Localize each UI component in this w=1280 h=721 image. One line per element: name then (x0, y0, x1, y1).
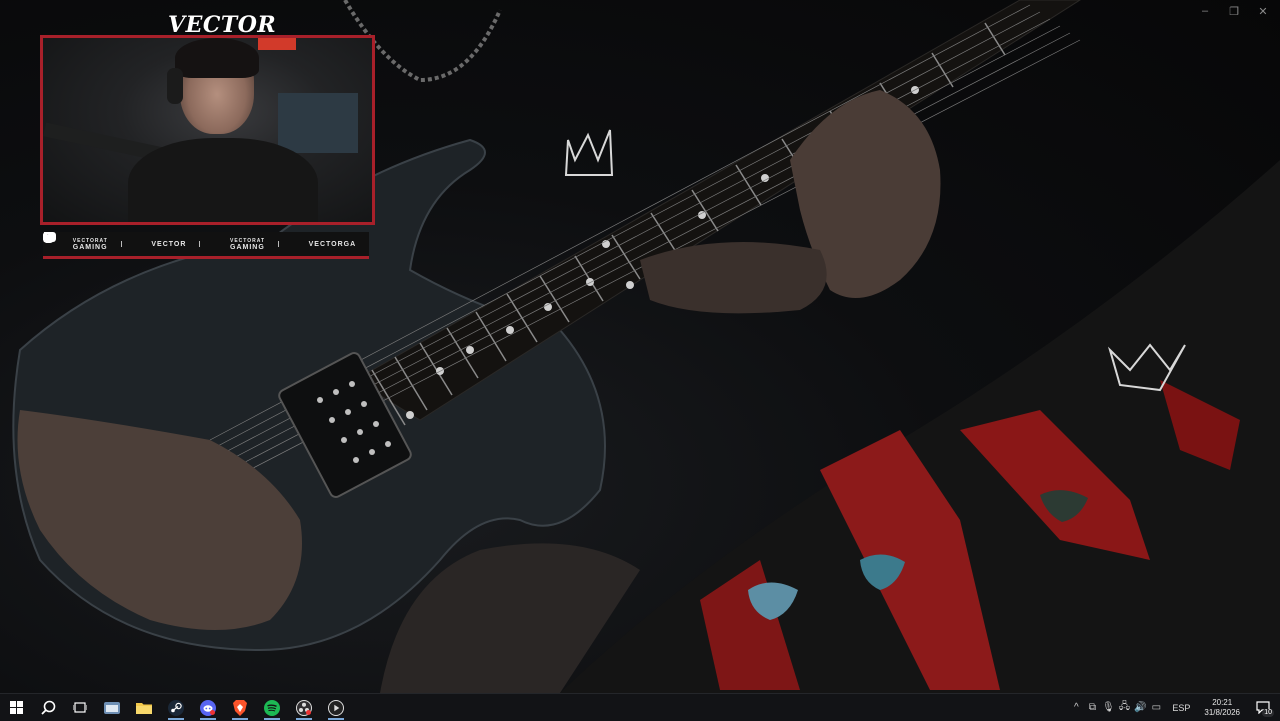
brave-icon (233, 699, 247, 716)
youtube-icon (43, 232, 69, 250)
social-handle-2: GAMING (230, 243, 265, 251)
taskbar-app-brave[interactable] (224, 694, 256, 721)
social-twitch: VECTOR (44, 232, 187, 250)
taskbar-app-obs[interactable] (288, 694, 320, 721)
folder-icon (136, 703, 152, 714)
twitter-icon (43, 232, 226, 250)
background-light (258, 38, 296, 50)
social-instagram: VECTORGA (43, 232, 357, 250)
streamer-hair (175, 38, 259, 78)
guitar-neck (354, 0, 1081, 421)
clock-date: 31/8/2026 (1204, 707, 1240, 717)
social-handle: VECTORAT (230, 237, 266, 244)
clock[interactable]: 20:21 31/8/2026 (1198, 698, 1246, 718)
media-player-icon (328, 699, 344, 716)
taskbar-app-folder[interactable] (128, 694, 160, 721)
notification-count: 10 (1262, 709, 1274, 717)
explorer-icon (104, 701, 120, 714)
network-adapter-icon[interactable]: ⧉ (1084, 694, 1100, 721)
language-indicator[interactable]: ESP (1164, 703, 1198, 713)
kings-logo (564, 129, 614, 176)
social-handle-2: GAMING (72, 243, 108, 251)
notification-center-button[interactable]: 10 (1246, 694, 1280, 721)
obs-icon (296, 699, 312, 716)
instagram-icon (43, 232, 305, 250)
start-button[interactable] (0, 694, 32, 721)
search-icon (40, 700, 55, 715)
taskbar-app-media-player[interactable] (320, 694, 352, 721)
stream-video: – ❐ ✕ VECTOR VECTORAT GAMING VECTOR VECT… (0, 0, 1280, 693)
discord-icon (200, 699, 216, 716)
network-icon[interactable]: 🖧 (1116, 694, 1132, 721)
close-icon[interactable]: ✕ (1252, 4, 1274, 18)
twitch-icon (44, 232, 147, 250)
task-view-button[interactable] (64, 694, 96, 721)
system-tray: ^ ⧉ 🎙 🖧 🔊 ▭ ESP 20:21 31/8/2026 10 (1068, 694, 1280, 721)
restore-icon[interactable]: ❐ (1223, 4, 1245, 18)
chevron-up-icon[interactable]: ^ (1068, 694, 1084, 721)
separator (120, 241, 122, 247)
taskbar-app-spotify[interactable] (256, 694, 288, 721)
streamer-body (128, 138, 318, 222)
social-bar: VECTORAT GAMING VECTOR VECTORAT GAMING V… (43, 232, 369, 259)
social-handle: VECTORGA (308, 240, 357, 248)
taskbar-app-steam[interactable] (160, 694, 192, 721)
taskbar-app-discord[interactable] (192, 694, 224, 721)
minimize-icon[interactable]: – (1194, 4, 1216, 18)
background-shelf (278, 93, 358, 153)
separator (199, 241, 201, 247)
social-handle: VECTOR (151, 240, 187, 248)
search-button[interactable] (32, 694, 64, 721)
separator (277, 241, 279, 247)
headphones (167, 68, 183, 104)
social-youtube: VECTORAT GAMING (43, 232, 108, 251)
volume-icon[interactable]: 🔊 (1132, 694, 1148, 721)
social-handle: VECTORAT (72, 237, 108, 244)
forearm (640, 242, 827, 314)
webcam-overlay (40, 35, 375, 225)
microphone-icon[interactable]: 🎙 (1100, 694, 1116, 721)
windows-icon (9, 701, 23, 714)
taskbar: ^ ⧉ 🎙 🖧 🔊 ▭ ESP 20:21 31/8/2026 10 (0, 693, 1280, 721)
social-twitter: VECTORAT GAMING (43, 232, 266, 251)
task-view-icon (73, 701, 87, 713)
spotify-icon (264, 699, 280, 716)
taskbar-app-explorer-alt[interactable] (96, 694, 128, 721)
clock-time: 20:21 (1212, 697, 1233, 707)
display-icon[interactable]: ▭ (1148, 694, 1164, 721)
steam-icon (168, 699, 184, 716)
